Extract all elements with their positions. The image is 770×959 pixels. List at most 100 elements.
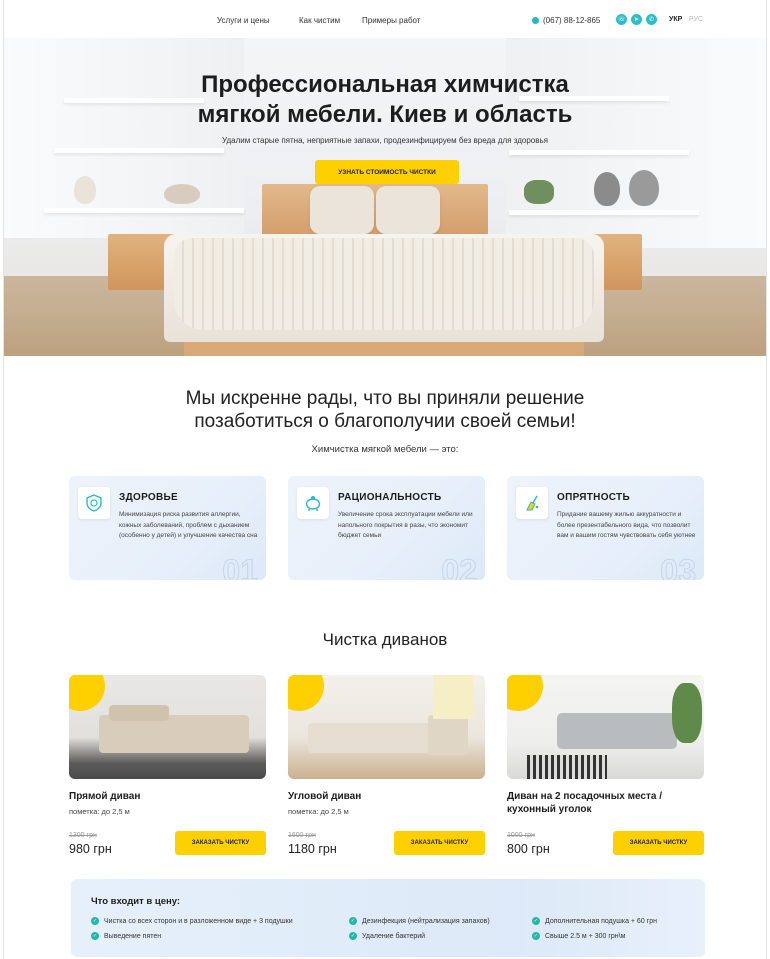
lang-rus[interactable]: РУС [689, 16, 703, 23]
intro-title: Мы искренне рады, что вы приняли решение… [4, 387, 766, 433]
lang-ukr[interactable]: УКР [669, 16, 682, 23]
vase [594, 172, 620, 206]
included-item: ✓ Дополнительная подушка + 60 грн [532, 917, 657, 925]
nav-services-prices[interactable]: Услуги и цены [217, 16, 270, 25]
check-icon: ✓ [349, 932, 357, 940]
sofa-card-two-seat: Диван на 2 посадочных места / кухонный у… [507, 675, 704, 865]
order-cleaning-button[interactable]: Заказать чистку [175, 831, 266, 855]
get-price-button[interactable]: Узнать стоимость чистки [315, 160, 459, 184]
sofa-old-price: 1000 грн [507, 832, 535, 839]
check-icon: ✓ [532, 932, 540, 940]
sofa-price: 800 грн [507, 842, 550, 856]
check-icon: ✓ [349, 917, 357, 925]
feature-card-health: ЗДОРОВЬЕ Минимизация риска развития алле… [69, 476, 266, 580]
vase [629, 170, 659, 206]
sofa-photo [507, 675, 704, 779]
sofa-section-title: Чистка диванов [322, 630, 448, 649]
sofa-old-price: 1300 грн [69, 832, 97, 839]
sofa-old-price: 1600 грн [288, 832, 316, 839]
feature-title: ЗДОРОВЬЕ [119, 492, 178, 503]
social-links: ☏ ➤ ✆ [616, 14, 657, 25]
included-item: ✓ Удаление бактерий [349, 932, 425, 940]
order-cleaning-button[interactable]: Заказать чистку [613, 831, 704, 855]
check-icon: ✓ [532, 917, 540, 925]
vase [74, 176, 96, 204]
yellow-corner [288, 675, 324, 711]
sofa-title: Прямой диван [69, 791, 141, 802]
phone-link[interactable]: (067) 88-12-865 [532, 16, 600, 25]
phone-number: (067) 88-12-865 [543, 16, 601, 25]
intro-subtitle: Химчистка мягкой мебели — это: [311, 444, 459, 455]
feature-number: 02 [441, 553, 478, 581]
plant [672, 683, 702, 743]
bowl [164, 184, 200, 204]
plant [524, 180, 554, 204]
yellow-corner [69, 675, 105, 711]
included-item-text: Выведение пятен [104, 932, 162, 940]
pillow [376, 186, 440, 234]
included-item-text: Дезинфекция (нейтрализация запахов) [362, 917, 490, 925]
yellow-corner [507, 675, 543, 711]
hero: Профессиональная химчистка мягкой мебели… [4, 38, 766, 356]
hero-title-line2: мягкой мебели. Киев и область [197, 101, 573, 128]
included-item: ✓ Свыше 2.5 м + 300 грн\м [532, 932, 625, 940]
sofa-title: Угловой диван [288, 791, 362, 802]
sofa-price: 980 грн [69, 842, 112, 856]
included-item: ✓ Чистка со всех сторон и в разложенном в… [91, 917, 293, 925]
order-cleaning-button[interactable]: Заказать чистку [394, 831, 485, 855]
sofa-card-corner: Угловой диван пометка: до 2,5 м 1600 грн… [288, 675, 485, 865]
feature-number: 01 [222, 553, 259, 581]
hero-title-line1: Профессиональная химчистка [201, 71, 569, 98]
knitted-throw [174, 238, 594, 330]
striped-rug [527, 755, 607, 779]
header: Услуги и цены Как чистим Примеры работ (… [4, 0, 766, 38]
pillow [310, 186, 374, 234]
window [433, 675, 473, 719]
included-title: Что входит в цену: [91, 896, 181, 907]
viber-icon[interactable]: ☏ [616, 14, 627, 25]
shelf [54, 148, 224, 153]
health-shield-icon [78, 487, 110, 519]
feature-text: Увеличение срока эксплуатации мебели или… [338, 511, 473, 539]
intro-title-line2: позаботиться о благополучии своей семьи! [194, 411, 576, 432]
bed-headboard [262, 184, 488, 236]
page: Услуги и цены Как чистим Примеры работ (… [3, 0, 767, 959]
included-item: ✓ Дезинфекция (нейтрализация запахов) [349, 917, 490, 925]
feature-card-rationality: РАЦИОНАЛЬНОСТЬ Увеличение срока эксплуат… [288, 476, 485, 580]
shelf [44, 208, 244, 213]
phone-icon [532, 17, 539, 24]
sofa-note: пометка: до 2,5 м [288, 807, 349, 816]
included-box: Что входит в цену: ✓ Чистка со всех сторо… [71, 879, 705, 957]
included-item-text: Удаление бактерий [362, 932, 426, 940]
included-item-text: Чистка со всех сторон и в разложенном ви… [104, 917, 293, 925]
hero-subtitle: Удалим старые пятна, неприятные запахи, … [222, 136, 548, 145]
feature-number: 03 [660, 553, 697, 581]
sofa-title: Диван на 2 посадочных места / кухонный у… [507, 791, 662, 815]
feature-card-neatness: ОПРЯТНОСТЬ Придание вашему жилью аккурат… [507, 476, 704, 580]
shelf [509, 150, 689, 155]
sofa-corner-part [428, 715, 468, 755]
check-icon: ✓ [91, 917, 99, 925]
sofa-note: пометка: до 2,5 м [69, 807, 130, 816]
check-icon: ✓ [91, 932, 99, 940]
sofa-photo [69, 675, 266, 779]
shelf [509, 210, 699, 215]
piggy-bank-icon [297, 487, 329, 519]
sofa-photo [288, 675, 485, 779]
included-item: ✓ Выведение пятен [91, 932, 161, 940]
hero-title: Профессиональная химчистка мягкой мебели… [4, 70, 766, 130]
nav-how-we-clean[interactable]: Как чистим [299, 16, 340, 25]
cleaning-icon [516, 487, 548, 519]
whatsapp-icon[interactable]: ✆ [646, 14, 657, 25]
telegram-icon[interactable]: ➤ [631, 14, 642, 25]
feature-text: Придание вашему жилью аккуратности и бол… [557, 511, 696, 539]
feature-title: РАЦИОНАЛЬНОСТЬ [338, 492, 442, 503]
nav-work-examples[interactable]: Примеры работ [362, 16, 420, 25]
included-item-text: Свыше 2.5 м + 300 грн\м [545, 932, 626, 940]
cushion [109, 705, 169, 721]
sofa-price: 1180 грн [288, 842, 337, 856]
sofa-card-straight: Прямой диван пометка: до 2,5 м 1300 грн … [69, 675, 266, 865]
sofa-shape [557, 713, 677, 749]
intro-title-line1: Мы искренне рады, что вы приняли решение [185, 388, 585, 409]
included-item-text: Дополнительная подушка + 60 грн [545, 917, 657, 925]
